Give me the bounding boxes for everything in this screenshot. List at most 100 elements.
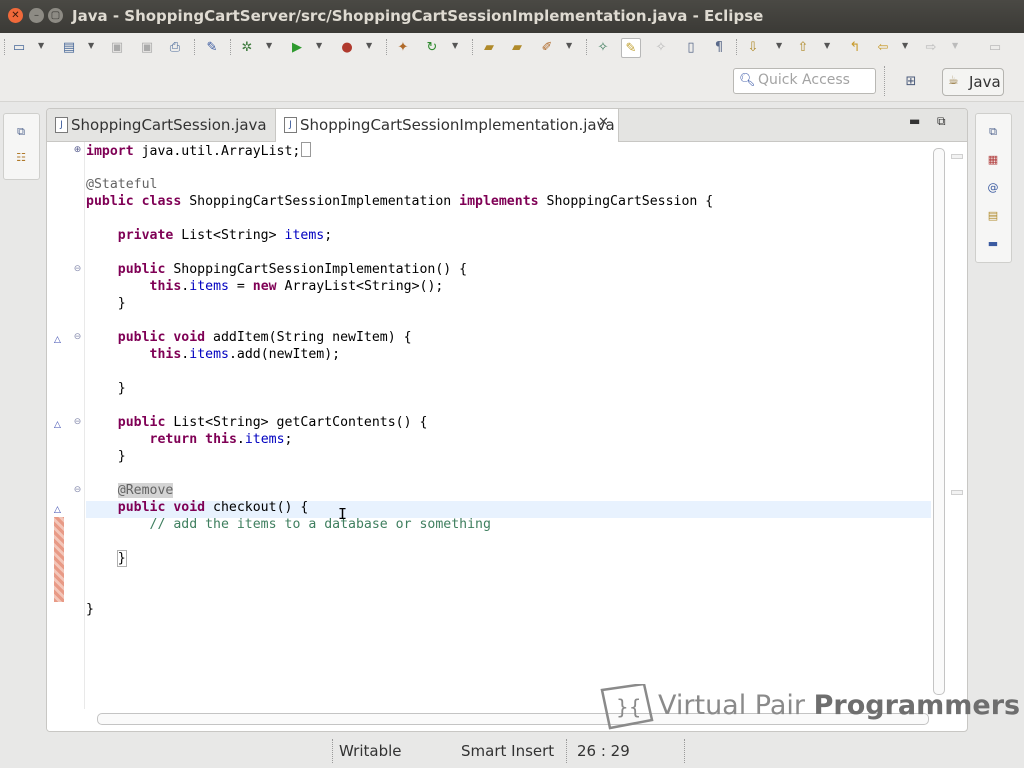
minimize-editor-icon[interactable]: ▬: [909, 114, 920, 128]
code-text: }: [117, 449, 126, 464]
print-icon[interactable]: ⎙: [166, 38, 184, 56]
save-all-icon[interactable]: ▣: [138, 38, 156, 56]
package-explorer-icon[interactable]: ☷: [13, 150, 29, 166]
java-perspective-button[interactable]: ☕ Java: [942, 68, 1004, 96]
save-icon[interactable]: ▣: [108, 38, 126, 56]
keyword: import: [86, 144, 134, 159]
last-edit-icon[interactable]: ↰: [846, 38, 864, 56]
code-line: this.items.add(newItem);: [86, 346, 341, 363]
status-separator: [684, 739, 685, 763]
show-whitespace-icon[interactable]: ¶: [710, 38, 728, 56]
close-window-button[interactable]: ✕: [8, 8, 23, 23]
code-text: ;: [284, 432, 293, 447]
new-java-project-icon[interactable]: ✦: [394, 38, 412, 56]
prev-annotation-icon[interactable]: ⇧: [794, 38, 812, 56]
keyword: new: [252, 279, 277, 294]
console-icon[interactable]: ▬: [985, 236, 1001, 252]
right-minimized-stack: ⧉ ▦ @ ▤ ▬: [975, 113, 1012, 263]
new-icon[interactable]: ▭: [10, 38, 28, 56]
refresh-dropdown-arrow[interactable]: ▼: [452, 41, 458, 50]
next-annotation-icon[interactable]: ⇩: [744, 38, 762, 56]
toolbar-separator: [386, 39, 388, 55]
overview-marker[interactable]: [951, 154, 963, 159]
annotation: @Stateful: [86, 177, 158, 192]
debug-dropdown-arrow[interactable]: ▼: [266, 41, 272, 50]
maximize-window-button[interactable]: ▢: [48, 8, 63, 23]
quick-access-input[interactable]: 🔍︎ Quick Access: [733, 68, 876, 94]
code-text: ;: [324, 228, 333, 243]
vertical-scrollbar-thumb[interactable]: [933, 148, 945, 695]
status-separator: [332, 739, 333, 763]
run-dropdown-arrow[interactable]: ▼: [316, 41, 322, 50]
annotation: @Remove: [117, 483, 174, 498]
collapse-fold-icon[interactable]: ⊖: [73, 333, 82, 342]
run-external-icon[interactable]: ●: [338, 38, 356, 56]
toolbar-separator: [230, 39, 232, 55]
tab-shopping-cart-session[interactable]: J ShoppingCartSession.java: [47, 109, 275, 141]
field: items: [189, 279, 229, 294]
collapse-fold-icon[interactable]: ⊖: [73, 486, 82, 495]
matching-brace: }: [116, 550, 127, 567]
search-icon[interactable]: ✐: [538, 38, 556, 56]
code-line: @Stateful: [86, 176, 157, 193]
prev-annotation-dropdown-arrow[interactable]: ▼: [824, 41, 830, 50]
toggle-icon[interactable]: ✧: [652, 38, 670, 56]
annotation-icon[interactable]: ✧: [594, 38, 612, 56]
new-dropdown-arrow[interactable]: ▼: [38, 41, 44, 50]
javadoc-icon[interactable]: @: [985, 180, 1001, 196]
code-text: =: [228, 279, 253, 294]
insert-mode-status: Smart Insert: [461, 742, 555, 760]
watermark-text-bold: Programmers: [813, 690, 1021, 721]
keyword: public class: [86, 194, 182, 209]
new-package-dropdown-arrow[interactable]: ▼: [88, 41, 94, 50]
editor-area: J ShoppingCartSession.java J ShoppingCar…: [46, 108, 968, 732]
code-line: import java.util.ArrayList;: [86, 142, 312, 159]
restore-icon[interactable]: ⧉: [13, 124, 29, 140]
code-text: ShoppingCartSession {: [538, 194, 714, 209]
watermark-logo: }{: [600, 682, 654, 730]
code-editor[interactable]: import java.util.ArrayList; @Stateful pu…: [86, 142, 931, 709]
code-line: }: [86, 295, 126, 312]
pin-icon[interactable]: ✎: [203, 38, 221, 56]
collapse-fold-icon[interactable]: ⊖: [73, 265, 82, 274]
debug-icon[interactable]: ✲: [238, 38, 256, 56]
run-external-dropdown-arrow[interactable]: ▼: [366, 41, 372, 50]
keyword: private: [117, 228, 174, 243]
java-perspective-label: Java: [969, 73, 1001, 91]
overview-marker[interactable]: [951, 490, 963, 495]
close-tab-icon[interactable]: ✕: [598, 115, 609, 130]
restore-icon[interactable]: ⧉: [985, 124, 1001, 140]
override-marker-icon: △: [54, 420, 61, 430]
back-icon[interactable]: ⇦: [874, 38, 892, 56]
code-line: public List<String> getCartContents() {: [86, 414, 428, 431]
code-line: }: [86, 601, 94, 618]
task-list-icon[interactable]: ▦: [985, 152, 1001, 168]
watermark-text-light: Virtual Pair: [658, 690, 814, 721]
open-type-icon[interactable]: ▰: [508, 38, 526, 56]
back-dropdown-arrow[interactable]: ▼: [902, 41, 908, 50]
highlight-icon[interactable]: ✎: [621, 38, 641, 58]
minimize-window-button[interactable]: –: [29, 8, 44, 23]
collapse-fold-icon[interactable]: ⊖: [73, 418, 82, 427]
declaration-icon[interactable]: ▤: [985, 208, 1001, 224]
tab-shopping-cart-session-implementation[interactable]: J ShoppingCartSessionImplementation.java…: [275, 109, 619, 142]
code-line: public void checkout() {: [86, 499, 309, 516]
run-icon[interactable]: ▶: [288, 38, 306, 56]
folded-import-box[interactable]: [301, 142, 312, 157]
forward-dropdown-arrow[interactable]: ▼: [952, 41, 958, 50]
cursor-position-status: 26 : 29: [577, 742, 630, 760]
code-text: ShoppingCartSessionImplementation: [181, 194, 460, 209]
block-select-icon[interactable]: ▯: [682, 38, 700, 56]
new-package-icon[interactable]: ▤: [60, 38, 78, 56]
vertical-scrollbar[interactable]: [932, 142, 946, 697]
pin-editor-icon[interactable]: ▭: [986, 38, 1004, 56]
field: items: [189, 347, 229, 362]
open-perspective-icon[interactable]: ⊞: [901, 71, 921, 91]
maximize-editor-icon[interactable]: ⧉: [937, 114, 946, 129]
refresh-icon[interactable]: ↻: [423, 38, 441, 56]
expand-fold-icon[interactable]: ⊕: [73, 146, 82, 155]
search-dropdown-arrow[interactable]: ▼: [566, 41, 572, 50]
open-folder-icon[interactable]: ▰: [480, 38, 498, 56]
next-annotation-dropdown-arrow[interactable]: ▼: [776, 41, 782, 50]
forward-icon[interactable]: ⇨: [922, 38, 940, 56]
